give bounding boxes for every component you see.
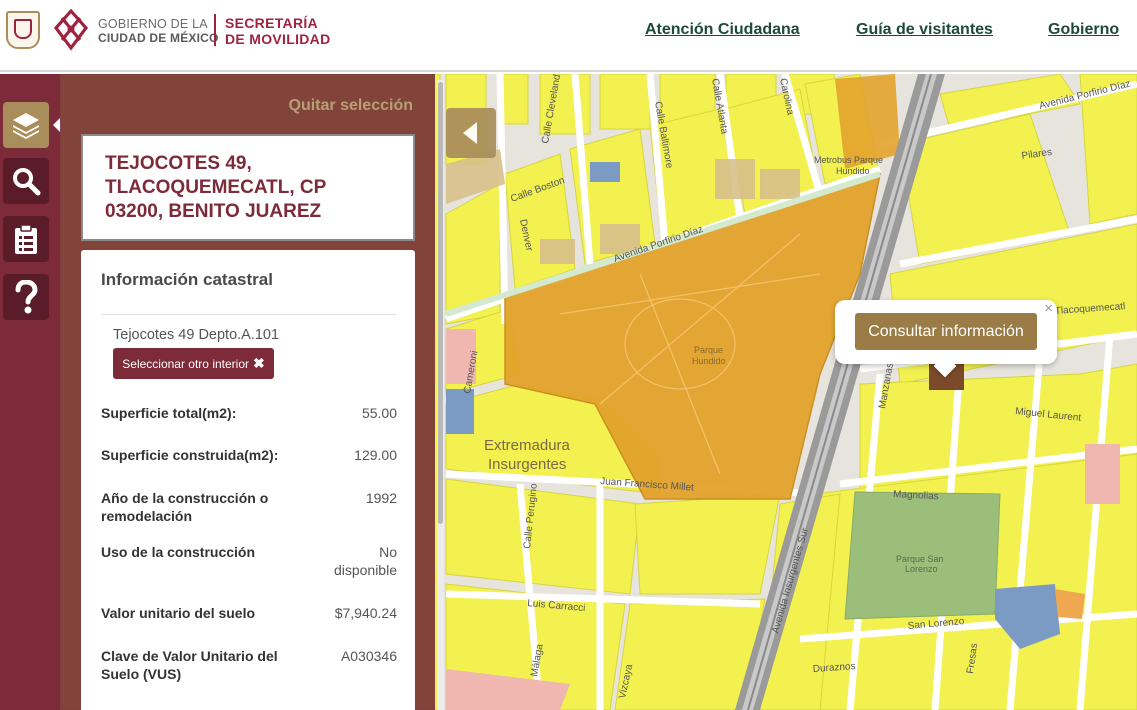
nav-atencion-ciudadana[interactable]: Atención Ciudadana	[645, 21, 800, 39]
info-value: 1992	[365, 490, 397, 506]
site-header: GOBIERNO DE LA CIUDAD DE MÉXICO SECRETAR…	[0, 0, 1137, 72]
clear-selection-link[interactable]: Quitar selección	[289, 97, 414, 115]
search-icon	[13, 168, 41, 196]
info-value: No disponible	[333, 544, 397, 578]
map-label: Hundido	[692, 356, 726, 366]
info-panel: Quitar selección TEJOCOTES 49, TLACOQUEM…	[60, 74, 435, 710]
panel-scrollbar[interactable]	[437, 80, 444, 710]
info-value: 55.00	[361, 405, 397, 421]
layers-icon	[13, 113, 39, 139]
cdmx-logo-icon	[53, 8, 89, 51]
help-icon	[15, 280, 38, 314]
map-viewer: Extremadura Insurgentes Parque Hundido P…	[0, 74, 1137, 710]
chevron-left-icon	[463, 122, 477, 144]
map-label: Metrobus Parque	[814, 155, 883, 165]
collapse-panel-button[interactable]	[446, 108, 496, 158]
popup-close-icon[interactable]: ×	[1044, 300, 1053, 317]
clipboard-icon	[15, 224, 37, 254]
interior-name: Tejocotes 49 Depto.A.101	[113, 327, 280, 343]
info-label: Clave de Valor Unitario del Suelo (VUS)	[101, 648, 278, 682]
info-label: Uso de la construcción	[101, 544, 256, 560]
nav-guia-visitantes[interactable]: Guía de visitantes	[856, 21, 993, 39]
info-value: A030346	[340, 648, 397, 664]
gobierno-logo-text: GOBIERNO DE LA CIUDAD DE MÉXICO	[98, 17, 219, 45]
divider	[101, 314, 396, 315]
map-label: Hundido	[836, 166, 870, 176]
info-label: Superficie total(m2):	[101, 405, 237, 421]
secretaria-logo-text: SECRETARÍA DE MOVILIDAD	[225, 15, 331, 47]
info-label: Año de la construcción o remodelación	[101, 490, 269, 524]
nav-gobierno[interactable]: Gobierno	[1048, 21, 1119, 39]
address-line: 03200, BENITO JUAREZ	[105, 201, 322, 222]
help-button[interactable]	[3, 274, 49, 320]
map-label: Parque San	[896, 554, 944, 564]
map-popup: Consultar información ×	[835, 300, 1057, 378]
map-label: Insurgentes	[488, 456, 566, 473]
close-icon: ✖	[253, 355, 265, 371]
address-card: TEJOCOTES 49, TLACOQUEMECATL, CP 03200, …	[81, 134, 415, 241]
info-label: Valor unitario del suelo	[101, 605, 256, 621]
layers-button[interactable]	[3, 102, 49, 148]
search-button[interactable]	[3, 158, 49, 204]
report-button[interactable]	[3, 216, 49, 262]
cadastral-info-card: Información catastral Tejocotes 49 Depto…	[81, 250, 415, 710]
select-other-interior-button[interactable]: Seleccionar otro interior ✖	[113, 348, 274, 379]
address-line: TEJOCOTES 49,	[105, 153, 252, 174]
info-value: 129.00	[354, 447, 397, 463]
section-title: Información catastral	[101, 270, 273, 289]
info-label: Superficie construida(m2):	[101, 447, 279, 463]
map-label: Extremadura	[484, 437, 571, 454]
map-label: Lorenzo	[905, 564, 938, 574]
map-label: Parque	[694, 345, 723, 355]
consult-info-button[interactable]: Consultar información	[855, 313, 1037, 350]
address-line: TLACOQUEMECATL, CP	[105, 177, 327, 198]
cdmx-crest-icon	[6, 11, 40, 49]
logo-separator	[214, 14, 216, 46]
info-value: $7,940.24	[334, 605, 397, 621]
tool-sidebar	[0, 74, 61, 710]
